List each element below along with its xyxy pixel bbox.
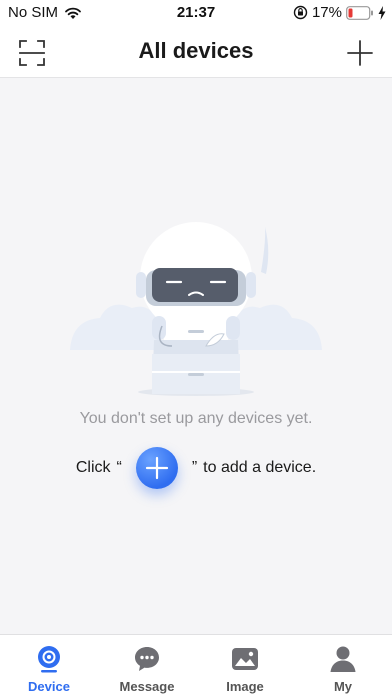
orientation-lock-icon (293, 5, 308, 20)
hint-suffix: to add a device. (203, 459, 317, 476)
plus-icon (145, 456, 168, 480)
status-right: 17% (289, 4, 386, 21)
battery-percent: 17% (311, 4, 342, 21)
add-device-hint: Click “ ” to add a device. (0, 446, 392, 490)
image-icon (232, 648, 258, 670)
open-quote: “ (116, 459, 122, 476)
empty-state-message: You don't set up any devices yet. (79, 410, 313, 427)
add-device-button[interactable] (345, 38, 375, 68)
inline-add-button[interactable] (135, 447, 178, 489)
page-title: All devices (138, 38, 254, 63)
tab-bar: Device Message Image My (0, 634, 392, 696)
tab-device-label: Device (28, 679, 70, 694)
device-icon (38, 646, 60, 673)
close-quote: ” (191, 459, 198, 476)
hint-prefix: Click (75, 459, 111, 476)
tab-image[interactable]: Image (196, 635, 294, 696)
tab-message[interactable]: Message (98, 635, 196, 696)
tab-message-label: Message (119, 679, 175, 694)
tab-image-label: Image (226, 679, 264, 694)
charging-bolt-icon (378, 5, 386, 20)
tab-my-label: My (333, 679, 353, 694)
profile-icon (330, 646, 356, 672)
tab-my[interactable]: My (294, 635, 392, 696)
nav-bar: All devices (0, 26, 392, 78)
empty-state-robot-illustration (70, 222, 322, 396)
tab-device[interactable]: Device (0, 635, 98, 696)
message-icon (135, 647, 159, 671)
battery-icon (346, 5, 373, 20)
status-bar: No SIM 21:37 17% (0, 0, 392, 26)
